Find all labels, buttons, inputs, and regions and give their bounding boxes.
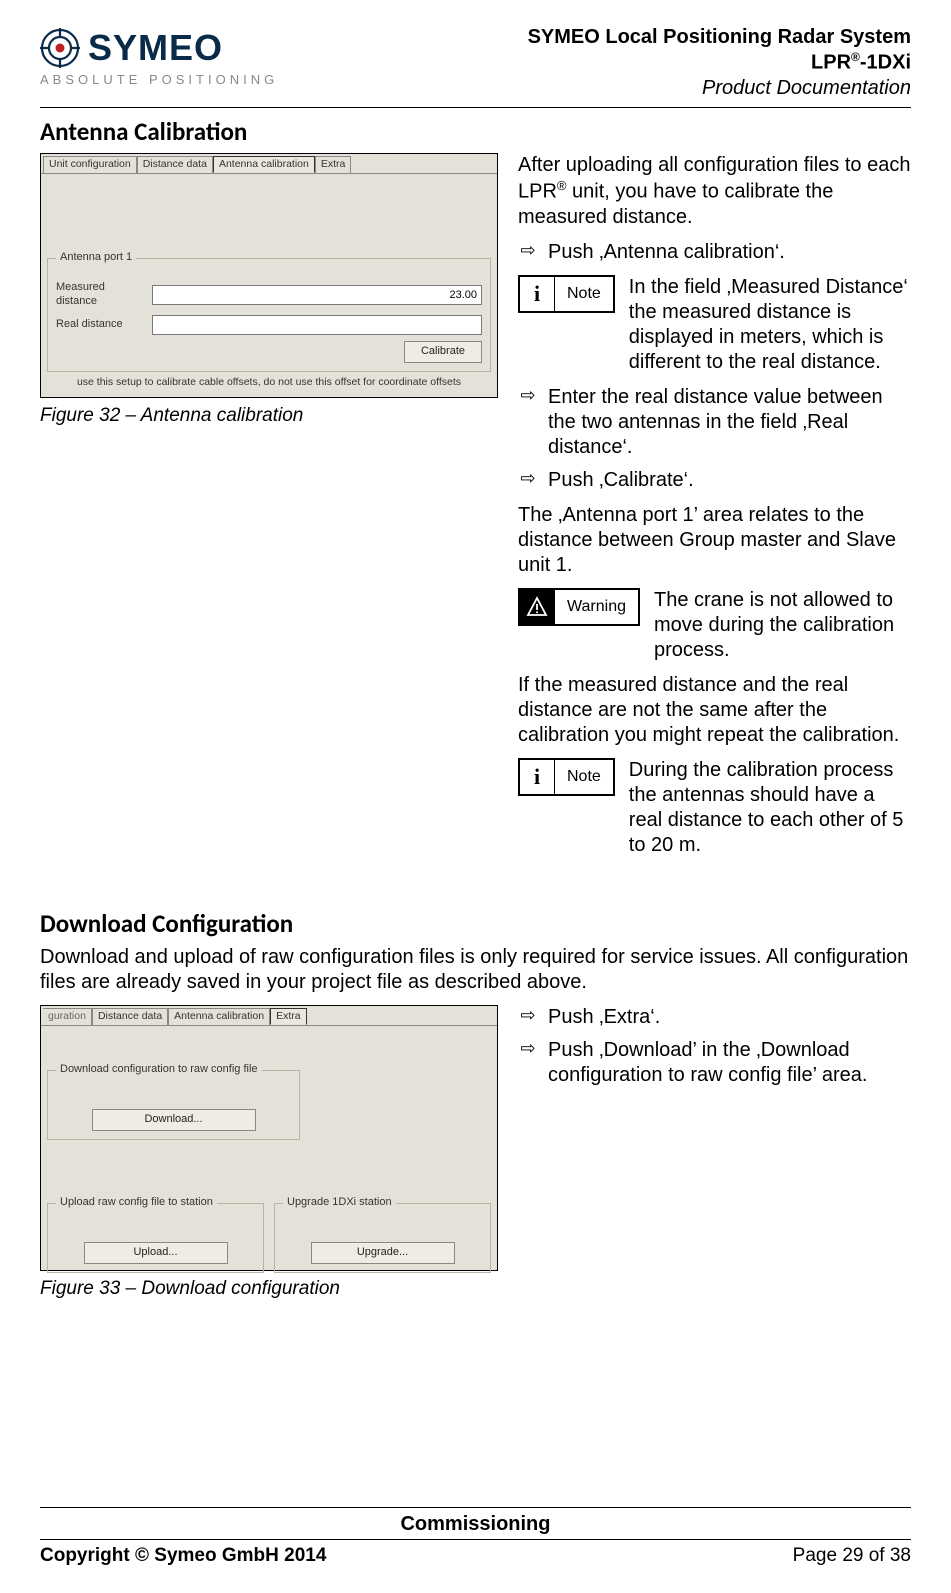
s1-p2: The ‚Antenna port 1’ area relates to the… bbox=[518, 503, 911, 578]
header-right: SYMEO Local Positioning Radar System LPR… bbox=[528, 25, 911, 101]
warning-badge: Warning bbox=[518, 588, 640, 626]
header-line2: LPR®-1DXi bbox=[528, 50, 911, 76]
logo-icon bbox=[40, 28, 80, 68]
s1-note1-text: In the field ‚Measured Distance‘ the mea… bbox=[629, 275, 911, 375]
header-line3: Product Documentation bbox=[528, 76, 911, 101]
figure-32-caption: Figure 32 – Antenna calibration bbox=[40, 404, 500, 428]
info-icon: i bbox=[520, 760, 555, 794]
figure-32-tabs: Unit configuration Distance data Antenna… bbox=[41, 154, 497, 173]
figure-33-panel: guration Distance data Antenna calibrati… bbox=[40, 1005, 498, 1271]
groupbox-upload: Upload raw config file to station Upload… bbox=[47, 1203, 264, 1273]
logo-text: SYMEO bbox=[88, 25, 223, 70]
figure-32-hint: use this setup to calibrate cable offset… bbox=[47, 376, 491, 389]
download-button[interactable]: Download... bbox=[92, 1109, 256, 1131]
label-measured-distance: Measured distance bbox=[56, 281, 146, 309]
figure-32-panel: Unit configuration Distance data Antenna… bbox=[40, 153, 498, 398]
tab-antenna-calibration[interactable]: Antenna calibration bbox=[213, 156, 315, 173]
groupbox-upgrade: Upgrade 1DXi station Upgrade... bbox=[274, 1203, 491, 1273]
s1-step2: ⇨ Enter the real distance value between … bbox=[518, 385, 911, 460]
groupbox-upgrade-legend: Upgrade 1DXi station bbox=[283, 1196, 396, 1210]
tab-extra[interactable]: Extra bbox=[270, 1008, 307, 1025]
arrow-icon: ⇨ bbox=[518, 385, 538, 460]
figure-33-caption: Figure 33 – Download configuration bbox=[40, 1277, 500, 1301]
tab-distance-data[interactable]: Distance data bbox=[92, 1008, 168, 1025]
logo-block: SYMEO ABSOLUTE POSITIONING bbox=[40, 25, 278, 88]
s1-p3: If the measured distance and the real di… bbox=[518, 673, 911, 748]
s2-step1: ⇨ Push ‚Extra‘. bbox=[518, 1005, 911, 1030]
warning-icon bbox=[520, 590, 555, 624]
s1-step3: ⇨ Push ‚Calibrate‘. bbox=[518, 468, 911, 493]
s1-p1: After uploading all configuration files … bbox=[518, 153, 911, 230]
note-badge: i Note bbox=[518, 758, 615, 796]
footer-section: Commissioning bbox=[40, 1508, 911, 1539]
section-title-antenna: Antenna Calibration bbox=[40, 116, 911, 147]
figure-33-tabs: guration Distance data Antenna calibrati… bbox=[41, 1006, 497, 1025]
info-icon: i bbox=[520, 277, 555, 311]
note-badge: i Note bbox=[518, 275, 615, 313]
groupbox-upload-legend: Upload raw config file to station bbox=[56, 1196, 217, 1210]
upgrade-button[interactable]: Upgrade... bbox=[311, 1242, 455, 1264]
input-real-distance[interactable] bbox=[152, 315, 482, 335]
s2-intro: Download and upload of raw configuration… bbox=[40, 945, 911, 995]
tab-antenna-calibration[interactable]: Antenna calibration bbox=[168, 1008, 270, 1025]
groupbox-download: Download configuration to raw config fil… bbox=[47, 1070, 300, 1140]
footer-copyright: Copyright © Symeo GmbH 2014 bbox=[40, 1544, 326, 1568]
s1-note2-text: During the calibration process the anten… bbox=[629, 758, 911, 858]
upload-button[interactable]: Upload... bbox=[84, 1242, 228, 1264]
arrow-icon: ⇨ bbox=[518, 1038, 538, 1088]
input-measured-distance[interactable] bbox=[152, 285, 482, 305]
arrow-icon: ⇨ bbox=[518, 1005, 538, 1030]
s1-warn-text: The crane is not allowed to move during … bbox=[654, 588, 911, 663]
tab-extra[interactable]: Extra bbox=[315, 156, 352, 173]
section-title-download: Download Configuration bbox=[40, 908, 911, 939]
logo-subtitle: ABSOLUTE POSITIONING bbox=[40, 72, 278, 88]
groupbox-legend: Antenna port 1 bbox=[56, 251, 136, 265]
groupbox-download-legend: Download configuration to raw config fil… bbox=[56, 1063, 262, 1077]
tab-truncated[interactable]: guration bbox=[43, 1008, 92, 1025]
s1-step1: ⇨ Push ‚Antenna calibration‘. bbox=[518, 240, 911, 265]
tab-unit-config[interactable]: Unit configuration bbox=[43, 156, 137, 173]
label-real-distance: Real distance bbox=[56, 318, 146, 332]
groupbox-antenna-port1: Antenna port 1 Measured distance Real di… bbox=[47, 258, 491, 372]
page-header: SYMEO ABSOLUTE POSITIONING SYMEO Local P… bbox=[40, 25, 911, 108]
arrow-icon: ⇨ bbox=[518, 468, 538, 493]
page-footer: Commissioning Copyright © Symeo GmbH 201… bbox=[40, 1507, 911, 1568]
arrow-icon: ⇨ bbox=[518, 240, 538, 265]
header-line1: SYMEO Local Positioning Radar System bbox=[528, 25, 911, 50]
s2-step2: ⇨ Push ‚Download’ in the ‚Download confi… bbox=[518, 1038, 911, 1088]
footer-page: Page 29 of 38 bbox=[793, 1544, 911, 1568]
calibrate-button[interactable]: Calibrate bbox=[404, 341, 482, 363]
tab-distance-data[interactable]: Distance data bbox=[137, 156, 213, 173]
